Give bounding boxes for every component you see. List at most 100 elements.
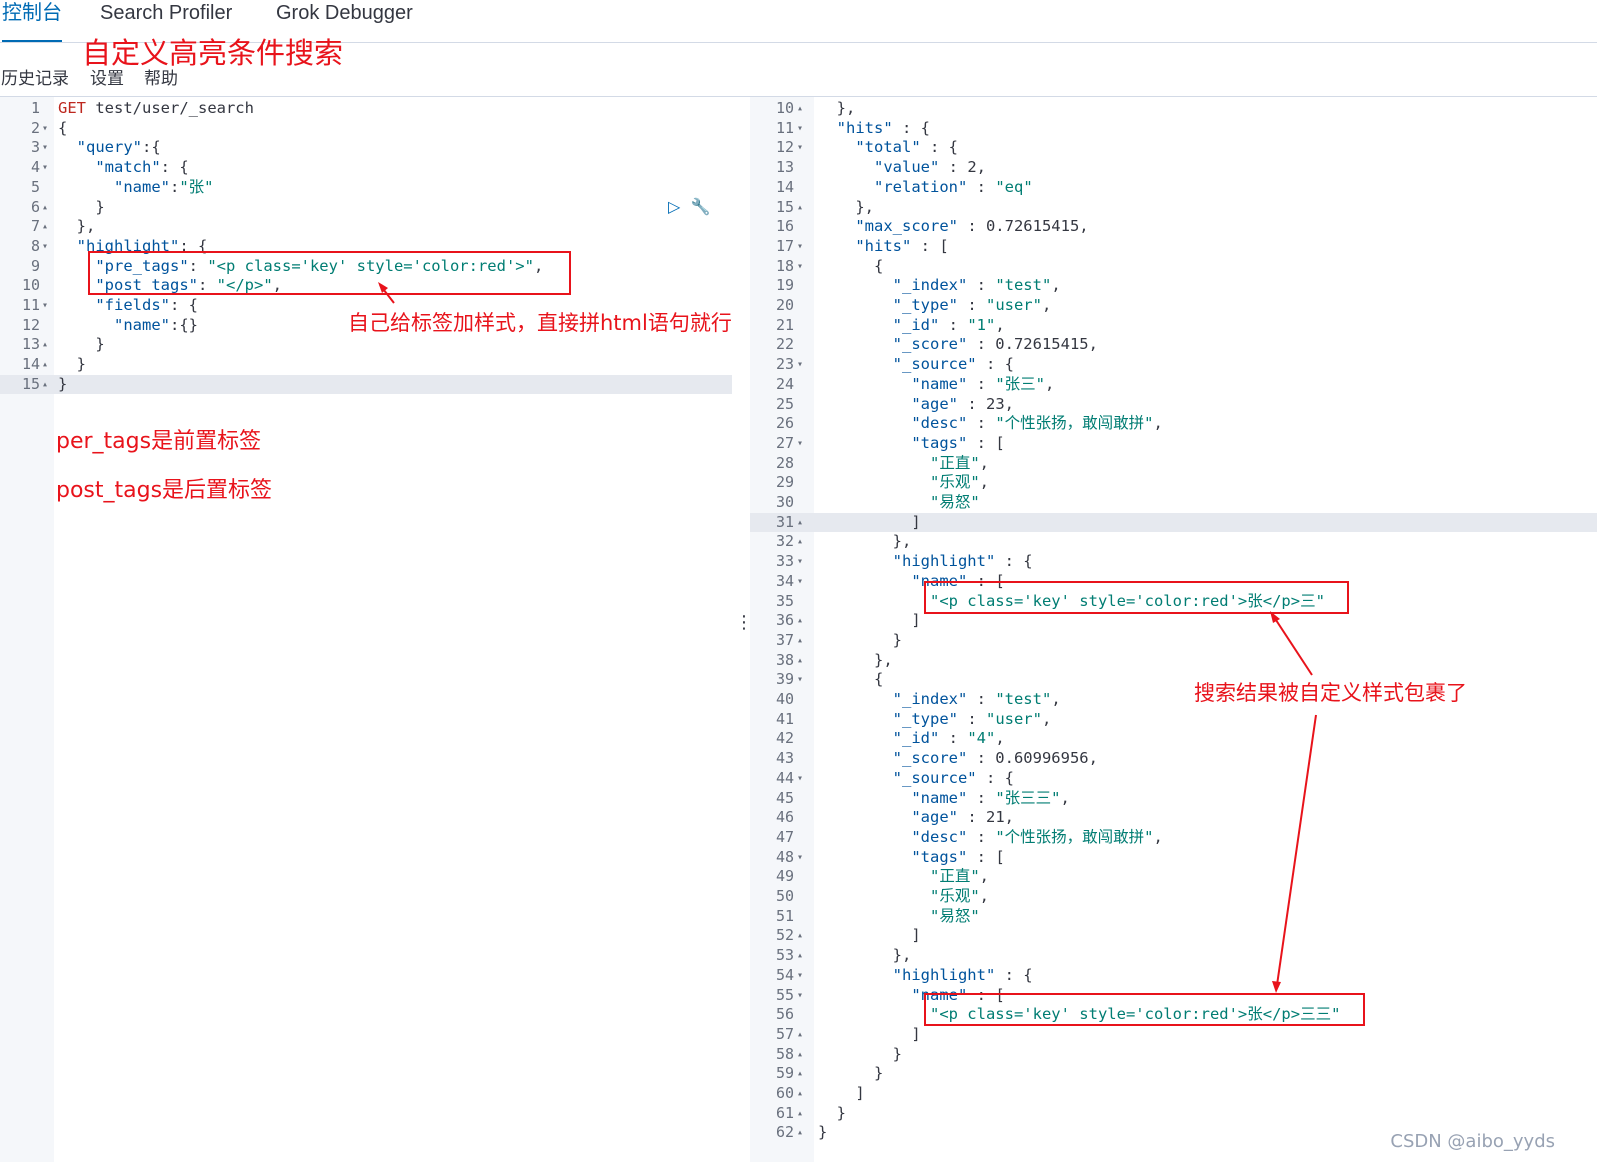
play-icon[interactable]: ▷ xyxy=(668,199,680,216)
response-line: 47 "desc" : "个性张扬，敢闯敢拼", xyxy=(750,828,1597,848)
pretags-arrow xyxy=(378,282,395,304)
request-line: 14 ▴ } xyxy=(0,355,732,375)
code-text: "desc" : "个性张扬，敢闯敢拼", xyxy=(911,827,1163,846)
fold-toggle-icon[interactable]: ▾ xyxy=(797,138,803,158)
line-number: 10 xyxy=(21,276,40,295)
request-editor[interactable]: 1 GET test/user/_search 2 ▾{3 ▾ "query":{4 ▾ … xyxy=(0,97,732,1162)
fold-toggle-icon[interactable]: ▴ xyxy=(797,198,803,218)
fold-toggle-icon[interactable]: ▾ xyxy=(797,986,803,1006)
fold-toggle-icon[interactable]: ▾ xyxy=(797,355,803,375)
code-text: "_score" : 0.60996956, xyxy=(892,749,1098,768)
request-line: 7 ▴ }, xyxy=(0,217,732,237)
wrench-icon[interactable]: 🔧 xyxy=(691,199,711,216)
code-text: } xyxy=(818,1123,828,1142)
code-text: } xyxy=(818,1064,884,1083)
line-number: 61 xyxy=(775,1103,794,1122)
fold-toggle-icon[interactable]: ▾ xyxy=(42,237,48,257)
fold-toggle-icon[interactable]: ▴ xyxy=(797,532,803,552)
fold-toggle-icon[interactable]: ▴ xyxy=(797,1104,803,1124)
fold-toggle-icon[interactable]: ▾ xyxy=(797,848,803,868)
response-line: 60 ▴ ] xyxy=(750,1084,1597,1104)
fold-toggle-icon[interactable]: ▴ xyxy=(797,1123,803,1143)
fold-toggle-icon[interactable]: ▾ xyxy=(797,572,803,592)
code-text: "relation" : "eq" xyxy=(874,177,1033,196)
fold-toggle-icon[interactable]: ▴ xyxy=(42,375,48,395)
fold-toggle-icon[interactable]: ▾ xyxy=(797,966,803,986)
line-number: 9 xyxy=(30,256,40,275)
code-text: "_source" : { xyxy=(892,355,1014,374)
code-text: ] xyxy=(818,926,921,945)
line-number: 43 xyxy=(775,749,794,768)
fold-toggle-icon[interactable]: ▾ xyxy=(797,769,803,789)
fold-toggle-icon[interactable]: ▴ xyxy=(797,631,803,651)
line-number: 16 xyxy=(775,217,794,236)
fold-toggle-icon[interactable]: ▴ xyxy=(42,355,48,375)
fold-toggle-icon[interactable]: ▴ xyxy=(797,1025,803,1045)
fold-toggle-icon[interactable]: ▾ xyxy=(797,119,803,139)
line-number: 21 xyxy=(775,315,794,334)
line-number: 47 xyxy=(775,827,794,846)
fold-toggle-icon[interactable]: ▴ xyxy=(797,611,803,631)
code-text: "乐观", xyxy=(929,887,989,905)
fold-toggle-icon[interactable]: ▴ xyxy=(797,1084,803,1104)
line-number: 20 xyxy=(775,296,794,314)
code-text: ] xyxy=(818,1084,865,1102)
fold-toggle-icon[interactable]: ▴ xyxy=(797,946,803,966)
fold-toggle-icon[interactable]: ▴ xyxy=(797,1064,803,1084)
request-line: 15 ▴} xyxy=(0,374,732,395)
code-text: } xyxy=(58,355,86,374)
line-number: 34 xyxy=(775,571,794,590)
response-line: 49 "正直", xyxy=(750,867,1597,887)
fold-toggle-icon[interactable]: ▴ xyxy=(42,335,48,355)
line-number: 38 xyxy=(775,650,794,669)
fold-toggle-icon[interactable]: ▾ xyxy=(42,119,48,139)
code-text: }, xyxy=(818,946,912,965)
fold-toggle-icon[interactable]: ▾ xyxy=(42,158,48,178)
code-text: "tags" : [ xyxy=(911,847,1005,866)
response-line: 39 ▾ { xyxy=(750,670,1597,690)
fold-toggle-icon[interactable]: ▴ xyxy=(797,1045,803,1065)
code-text: }, xyxy=(818,532,912,551)
fold-toggle-icon[interactable]: ▴ xyxy=(797,926,803,946)
fold-toggle-icon[interactable]: ▾ xyxy=(797,552,803,572)
response-line: 44 ▾ "_source" : { xyxy=(750,769,1597,789)
code-text: }, xyxy=(818,99,856,117)
fold-toggle-icon[interactable]: ▾ xyxy=(42,138,48,158)
code-text: "_index" : "test", xyxy=(892,276,1061,295)
code-text: "age" : 21, xyxy=(911,808,1014,827)
line-number: 32 xyxy=(775,532,794,551)
fold-toggle-icon[interactable]: ▾ xyxy=(42,296,48,316)
line-number: 42 xyxy=(775,729,794,748)
fold-toggle-icon[interactable]: ▴ xyxy=(42,198,48,218)
fold-toggle-icon[interactable]: ▾ xyxy=(797,434,803,454)
code-text: ] xyxy=(818,1024,921,1043)
code-text: }, xyxy=(58,217,96,236)
code-text: "name" : "张三", xyxy=(911,374,1055,393)
fold-toggle-icon[interactable]: ▾ xyxy=(797,670,803,690)
code-text: "_type" : "user", xyxy=(892,709,1052,728)
line-number: 46 xyxy=(775,808,794,827)
code-text: "_score" : 0.72615415, xyxy=(892,335,1098,354)
response-line: 15 ▴ }, xyxy=(750,198,1597,218)
line-number: 48 xyxy=(775,847,794,866)
line-number: 6 xyxy=(30,197,40,216)
line-number: 17 xyxy=(775,236,794,255)
tab-console[interactable]: 控制台 xyxy=(2,0,62,42)
code-text: "match": { xyxy=(95,158,189,177)
fold-toggle-icon[interactable]: ▴ xyxy=(797,651,803,671)
fold-toggle-icon[interactable]: ▴ xyxy=(797,513,803,533)
line-number: 28 xyxy=(775,453,794,472)
code-text: "highlight" : { xyxy=(892,965,1033,984)
fold-toggle-icon[interactable]: ▾ xyxy=(797,257,803,277)
fold-toggle-icon[interactable]: ▴ xyxy=(797,99,803,119)
line-number: 45 xyxy=(775,788,794,807)
history-button[interactable]: 历史记录 xyxy=(1,64,69,89)
line-number: 33 xyxy=(775,552,794,571)
response-line: 61 ▴ } xyxy=(750,1104,1597,1124)
fold-toggle-icon[interactable]: ▾ xyxy=(797,237,803,257)
line-number: 53 xyxy=(775,946,794,965)
fold-toggle-icon[interactable]: ▴ xyxy=(42,217,48,237)
code-text: }, xyxy=(818,650,893,669)
line-number: 62 xyxy=(775,1123,794,1142)
response-line: 58 ▴ } xyxy=(750,1045,1597,1065)
